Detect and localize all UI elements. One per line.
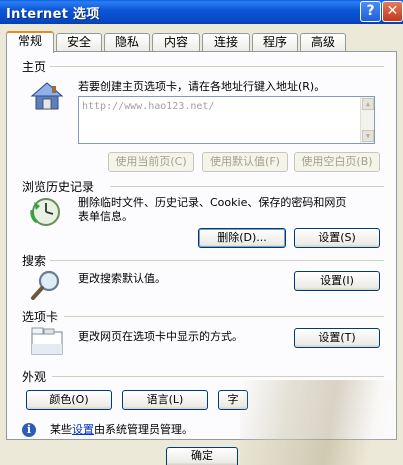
appearance-group-title: 外观	[22, 370, 47, 384]
use-blank-button[interactable]: 使用空白页(B)	[294, 152, 380, 172]
address-scrollbar[interactable]: ▲ ▼	[360, 97, 374, 143]
house-icon	[30, 82, 64, 110]
close-button[interactable]: ✕	[382, 1, 403, 22]
home-separator	[50, 66, 384, 67]
tab-general[interactable]: 常规	[6, 31, 54, 53]
tabs-group-title: 选项卡	[22, 310, 59, 324]
search-group-title: 搜索	[22, 254, 47, 268]
colors-button[interactable]: 颜色(O)	[26, 390, 112, 410]
history-settings-button[interactable]: 设置(S)	[294, 228, 380, 248]
home-page-url: http://www.hao123.net/	[82, 101, 215, 112]
scroll-up-icon[interactable]: ▲	[362, 98, 374, 110]
home-page-address-input[interactable]: http://www.hao123.net/ ▲ ▼	[78, 96, 375, 144]
tab-connections[interactable]: 连接	[202, 33, 250, 52]
search-separator	[50, 260, 384, 261]
search-settings-button[interactable]: 设置(I)	[294, 271, 380, 291]
help-button[interactable]: ?	[360, 1, 381, 22]
tabs-settings-button[interactable]: 设置(T)	[294, 328, 380, 348]
fonts-button[interactable]: 字	[218, 390, 248, 410]
search-magnifier-icon	[31, 270, 60, 300]
tab-advanced[interactable]: 高级	[300, 33, 346, 52]
settings-link[interactable]: 设置	[72, 423, 94, 436]
home-description: 若要创建主页选项卡，请在各地址行键入地址(R)。	[78, 80, 326, 93]
ok-button[interactable]: 确定	[166, 447, 238, 465]
admin-info-text: 某些设置由系统管理员管理。	[50, 423, 193, 436]
home-group-title: 主页	[22, 60, 47, 74]
appearance-separator	[52, 376, 384, 377]
languages-button[interactable]: 语言(L)	[122, 390, 208, 410]
history-description: 删除临时文件、历史记录、Cookie、保存的密码和网页 表单信息。	[78, 196, 347, 223]
tabs-description: 更改网页在选项卡中显示的方式。	[78, 330, 243, 343]
use-current-button[interactable]: 使用当前页(C)	[108, 152, 194, 172]
history-group-title: 浏览历史记录	[22, 180, 95, 194]
history-separator	[110, 186, 384, 187]
tabs-window-icon	[31, 327, 63, 355]
tabs-separator	[64, 316, 384, 317]
history-clock-icon	[30, 198, 60, 226]
tab-content[interactable]: 内容	[152, 33, 200, 52]
info-icon: i	[22, 423, 36, 437]
scroll-down-icon[interactable]: ▼	[362, 130, 374, 142]
tab-privacy[interactable]: 隐私	[104, 33, 150, 52]
title-bar: Internet 选项 ? ✕	[0, 0, 403, 24]
tab-security[interactable]: 安全	[56, 33, 102, 52]
search-description: 更改搜索默认值。	[78, 272, 166, 285]
admin-info-bar: i 某些设置由系统管理员管理。	[6, 420, 397, 440]
window-title: Internet 选项	[6, 7, 100, 22]
delete-history-button[interactable]: 删除(D)...	[198, 228, 286, 248]
use-default-button[interactable]: 使用默认值(F)	[202, 152, 288, 172]
tab-programs[interactable]: 程序	[252, 33, 298, 52]
